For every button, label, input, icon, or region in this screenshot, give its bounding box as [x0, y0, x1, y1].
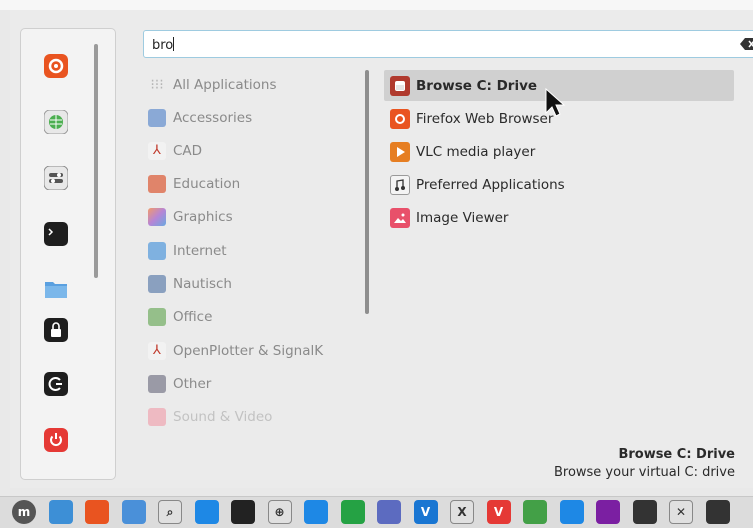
favorite-logout[interactable] [44, 372, 68, 396]
category-office[interactable]: Office [148, 302, 358, 332]
app-vlc-media-player[interactable]: VLC media player [384, 136, 734, 167]
wine-icon [390, 75, 410, 96]
vivaldi-icon[interactable]: V [486, 500, 511, 524]
cad-icon: ⅄ [148, 142, 166, 160]
terminal-icon [44, 222, 68, 246]
accessories-icon [148, 109, 166, 127]
category-cad[interactable]: ⅄ CAD [148, 136, 358, 166]
vscode-icon[interactable]: V [413, 500, 438, 524]
preferred-apps-icon [390, 174, 410, 195]
favorite-power[interactable] [44, 428, 68, 452]
software-manager-icon [44, 110, 68, 134]
app-description-title: Browse C: Drive [618, 447, 735, 462]
network-icon[interactable] [377, 500, 401, 524]
files-icon [45, 282, 67, 298]
clear-search-icon[interactable] [740, 37, 753, 51]
show-desktop-icon[interactable] [48, 500, 73, 524]
search-field[interactable]: bro [143, 30, 753, 58]
firefox-dev-icon[interactable] [596, 500, 620, 524]
app-description-subtitle: Browse your virtual C: drive [553, 465, 735, 480]
bluetooth-icon[interactable] [559, 500, 584, 524]
app-grid-icon[interactable] [194, 500, 219, 524]
grid-icon: ⁝⁝⁝ [150, 77, 164, 93]
sound-video-icon [148, 408, 166, 426]
other-icon [148, 375, 166, 393]
image-viewer-icon [390, 207, 410, 228]
text-caret [173, 37, 175, 51]
category-nautisch[interactable]: Nautisch [148, 269, 358, 299]
whatsapp-icon[interactable] [340, 500, 365, 524]
app-dark-2-icon[interactable] [705, 500, 730, 524]
firefox-icon[interactable] [85, 500, 109, 524]
app-dark-icon[interactable] [632, 500, 657, 524]
crosshair-icon[interactable]: ⊕ [267, 500, 292, 524]
lock-screen-icon [44, 318, 68, 342]
terminal-icon[interactable] [231, 500, 255, 524]
app-preferred-applications[interactable]: Preferred Applications [384, 169, 734, 200]
chrome-icon[interactable] [523, 500, 547, 524]
favorite-lock-screen[interactable] [44, 318, 68, 342]
graphics-icon [148, 208, 166, 226]
category-all-applications[interactable]: ⁝⁝⁝ All Applications [148, 70, 358, 100]
internet-icon [148, 242, 166, 260]
notes-icon[interactable] [304, 500, 328, 524]
power-icon [44, 428, 68, 452]
category-accessories[interactable]: Accessories [148, 103, 358, 133]
favorites-scrollbar[interactable] [94, 44, 98, 278]
firefox-icon [44, 54, 68, 78]
favorite-files[interactable] [44, 276, 68, 300]
logout-icon [44, 372, 68, 396]
search-icon[interactable]: ⌕ [158, 500, 182, 524]
mouse-pointer-icon [545, 88, 566, 117]
education-icon [148, 175, 166, 193]
office-icon [148, 308, 166, 326]
openplotter-icon: ⅄ [148, 342, 166, 360]
categories-scrollbar[interactable] [365, 70, 369, 314]
xbox-icon[interactable]: ✕ [669, 500, 693, 524]
search-input[interactable]: bro [152, 37, 175, 53]
category-internet[interactable]: Internet [148, 236, 358, 266]
category-education[interactable]: Education [148, 169, 358, 199]
firefox-icon [390, 108, 410, 129]
favorite-firefox[interactable] [44, 54, 68, 78]
category-other[interactable]: Other [148, 369, 358, 399]
category-sound-video[interactable]: Sound & Video [148, 402, 358, 432]
favorites-panel [20, 28, 116, 480]
app-image-viewer[interactable]: Image Viewer [384, 202, 734, 233]
category-openplotter-signalk[interactable]: ⅄ OpenPlotter & SignalK [148, 336, 358, 366]
favorite-software-manager[interactable] [44, 110, 68, 134]
vlc-icon [390, 141, 410, 162]
files-icon[interactable] [121, 500, 146, 524]
nautisch-icon [148, 275, 166, 293]
favorite-system-settings[interactable] [44, 166, 68, 190]
favorite-terminal[interactable] [44, 222, 68, 246]
menu-icon[interactable]: m [12, 500, 36, 524]
desktop-background [0, 0, 753, 10]
close-x-icon[interactable]: X [450, 500, 474, 524]
category-graphics[interactable]: Graphics [148, 202, 358, 232]
system-settings-icon [44, 166, 68, 190]
